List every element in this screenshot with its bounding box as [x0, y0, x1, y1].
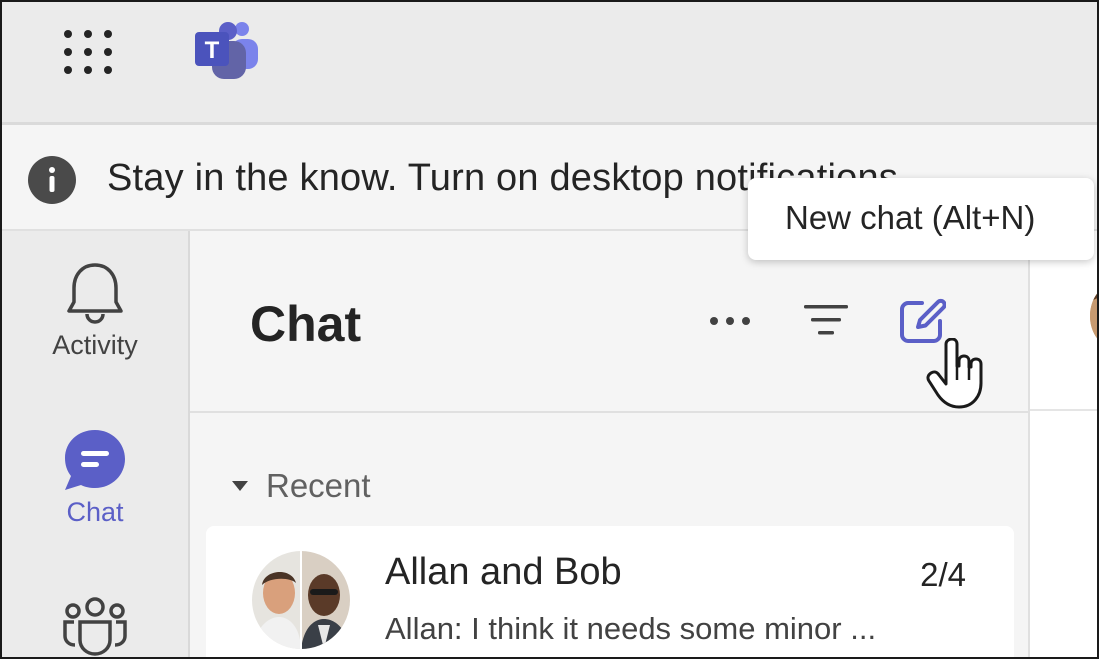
teams-window: T Stay in the know. Turn on desktop noti… — [0, 0, 1099, 659]
recent-section-toggle[interactable]: Recent — [230, 467, 371, 505]
more-options-button[interactable] — [708, 313, 752, 334]
tooltip-text: New chat (Alt+N) — [785, 199, 1036, 236]
teams-logo: T — [192, 20, 262, 82]
chat-list-item[interactable]: Allan and Bob 2/4 Allan: I think it need… — [206, 526, 1014, 657]
title-bar: T — [2, 2, 1097, 125]
conversation-avatar — [1090, 284, 1097, 348]
rail-label-chat: Chat — [66, 497, 124, 527]
page-title: Chat — [250, 296, 362, 352]
hand-cursor-icon — [926, 337, 983, 409]
group-avatar — [252, 551, 350, 649]
profile-photo-icon — [1090, 284, 1097, 348]
chat-list-panel: Chat Recent Allan and Bob 2/4 Allan: I t… — [190, 231, 1028, 657]
rail-label-activity: Activity — [52, 330, 138, 360]
filter-icon — [804, 305, 848, 335]
hand-pointer-cursor — [926, 337, 988, 410]
info-icon — [28, 156, 76, 204]
svg-text:T: T — [205, 37, 220, 64]
filter-button[interactable] — [804, 303, 848, 342]
avatar-photos-icon — [252, 551, 350, 649]
rail-item-teams[interactable] — [2, 596, 188, 657]
teams-logo-icon: T — [195, 22, 258, 79]
rail-item-activity[interactable]: Activity — [2, 261, 188, 361]
chat-preview: Allan: I think it needs some minor ... — [385, 611, 877, 646]
chat-icon — [65, 430, 125, 490]
more-icon — [710, 317, 750, 325]
waffle-icon — [64, 30, 112, 74]
app-rail: Activity Chat — [2, 231, 190, 657]
conversation-header-divider — [1030, 409, 1097, 411]
teams-icon — [63, 597, 127, 656]
chat-name: Allan and Bob — [385, 551, 622, 593]
app-launcher-button[interactable] — [62, 28, 114, 76]
rail-item-chat[interactable]: Chat — [2, 428, 188, 528]
caret-down-icon — [232, 481, 248, 491]
conversation-pane — [1028, 231, 1097, 657]
bell-icon — [67, 263, 123, 324]
recent-section-label: Recent — [266, 467, 371, 504]
new-chat-tooltip: New chat (Alt+N) — [748, 178, 1094, 260]
chat-date: 2/4 — [920, 556, 966, 593]
